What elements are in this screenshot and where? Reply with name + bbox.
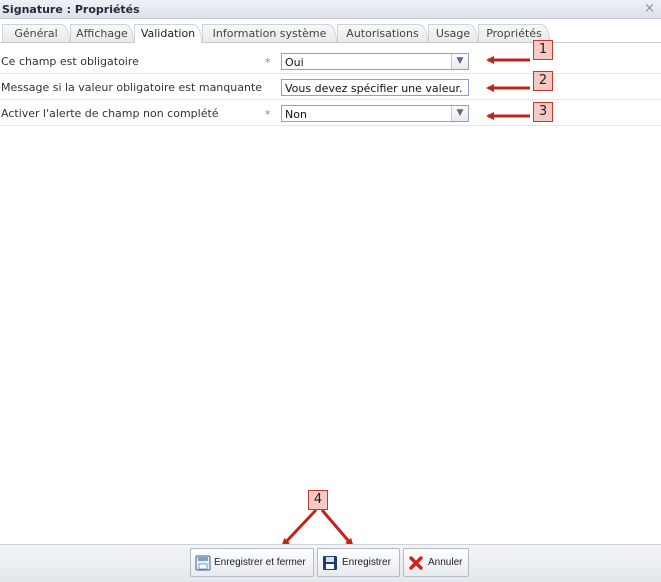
callout-4: 4	[308, 490, 328, 510]
save-close-icon	[195, 555, 211, 571]
floppy-disk-icon	[323, 556, 337, 570]
annotation-overlay	[281, 56, 530, 547]
cancel-label: Annuler	[428, 557, 463, 568]
save-label: Enregistrer	[342, 557, 391, 568]
save-and-close-button[interactable]: Enregistrer et fermer	[190, 548, 314, 577]
tab-validation[interactable]: Validation	[134, 24, 202, 43]
callout-1: 1	[533, 40, 553, 60]
save-and-close-label: Enregistrer et fermer	[214, 557, 306, 568]
callout-arrow-4b	[320, 509, 354, 547]
callout-2: 2	[533, 71, 553, 91]
save-button[interactable]: Enregistrer	[317, 548, 400, 577]
red-x-icon	[409, 556, 423, 570]
cancel-button[interactable]: Annuler	[403, 548, 469, 577]
callout-arrow-4a	[281, 508, 318, 547]
callout-3: 3	[533, 102, 553, 122]
